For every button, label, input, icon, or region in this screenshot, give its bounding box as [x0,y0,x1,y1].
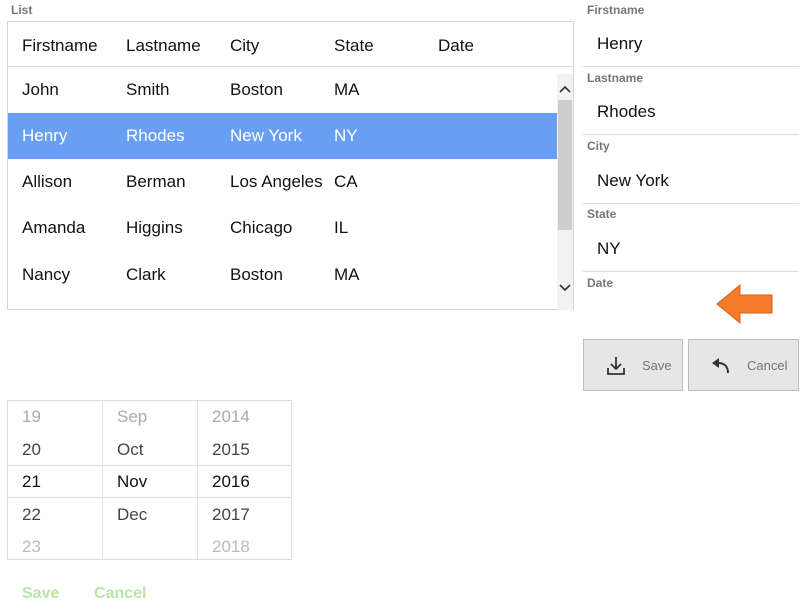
cancel-button-label: Cancel [747,358,788,373]
column-header-firstname[interactable]: Firstname [22,36,98,56]
cell-city: Los Angeles [230,172,323,191]
date-label: Date [587,276,614,290]
vertical-scrollbar[interactable] [557,74,573,310]
cell-firstname: Allison [22,172,73,191]
month-option[interactable]: Oct [117,440,143,460]
month-option-selected[interactable]: Nov [117,472,147,492]
cell-city: New York [230,126,302,145]
cell-state: CA [334,172,358,191]
save-button-label: Save [642,358,672,373]
year-option[interactable]: 2014 [212,407,250,427]
chevron-down-icon[interactable] [557,278,573,296]
cell-state: MA [334,80,360,99]
table-row[interactable]: Allison Berman Los Angeles CA [8,159,557,205]
cell-firstname: Nancy [22,265,71,284]
undo-arrow-icon [711,357,731,380]
cell-lastname: Clark [126,265,166,284]
year-option[interactable]: 2018 [212,537,250,557]
table-row[interactable]: Amanda Higgins Chicago IL [8,205,557,251]
day-option[interactable]: 22 [22,505,41,525]
cancel-button[interactable]: Cancel [688,339,799,391]
table-row[interactable]: John Smith Boston MA [8,67,557,113]
city-label: City [587,139,610,153]
year-option[interactable]: 2015 [212,440,250,460]
cell-city: Boston [230,265,283,284]
month-option[interactable]: Sep [117,407,147,427]
table-row-selected[interactable]: Henry Rhodes New York NY [8,113,557,159]
column-header-city[interactable]: City [230,36,259,56]
table-row[interactable]: Nancy Clark Boston MA [8,252,557,298]
cell-state: MA [334,265,360,284]
picker-column-divider [197,401,198,559]
state-field[interactable]: NY [597,239,621,259]
date-picker[interactable]: 19 20 21 22 23 Sep Oct Nov Dec 2014 2015… [7,400,292,560]
cell-city: Boston [230,80,283,99]
chevron-up-icon[interactable] [557,80,573,98]
city-field[interactable]: New York [597,171,669,191]
cell-lastname: Smith [126,80,170,99]
field-divider [583,271,799,272]
cell-lastname: Rhodes [126,126,185,145]
scrollbar-thumb[interactable] [558,100,572,230]
cell-state: IL [334,218,349,237]
picker-save-button[interactable]: Save [22,585,59,603]
day-option[interactable]: 23 [22,537,41,557]
cell-lastname: Higgins [126,218,183,237]
day-option-selected[interactable]: 21 [22,472,41,492]
year-option-selected[interactable]: 2016 [212,472,250,492]
day-wheel[interactable]: 19 20 21 22 23 [22,401,102,559]
column-header-state[interactable]: State [334,36,374,56]
picker-cancel-button[interactable]: Cancel [94,585,146,603]
save-button[interactable]: Save [583,339,683,391]
list-section-label: List [11,3,33,17]
month-wheel[interactable]: Sep Oct Nov Dec [117,401,197,559]
field-divider [583,203,799,204]
year-option[interactable]: 2017 [212,505,250,525]
date-field[interactable] [597,300,697,320]
cell-firstname: Henry [22,126,68,145]
lastname-label: Lastname [587,71,644,85]
picker-column-divider [102,401,103,559]
cell-firstname: John [22,80,59,99]
field-divider [583,66,799,67]
cell-firstname: Amanda [22,218,86,237]
day-option[interactable]: 19 [22,407,41,427]
state-label: State [587,207,617,221]
column-header-lastname[interactable]: Lastname [126,36,201,56]
list-table: Firstname Lastname City State Date John … [7,21,574,310]
firstname-field[interactable]: Henry [597,34,642,54]
day-option[interactable]: 20 [22,440,41,460]
year-wheel[interactable]: 2014 2015 2016 2017 2018 [212,401,292,559]
month-option[interactable]: Dec [117,505,147,525]
cell-city: Chicago [230,218,293,237]
firstname-label: Firstname [587,3,645,17]
download-icon [606,356,626,381]
cell-state: NY [334,126,358,145]
field-divider [583,134,799,135]
lastname-field[interactable]: Rhodes [597,102,656,122]
left-arrow-icon [716,283,774,325]
cell-lastname: Berman [126,172,186,191]
column-header-date[interactable]: Date [438,36,474,56]
